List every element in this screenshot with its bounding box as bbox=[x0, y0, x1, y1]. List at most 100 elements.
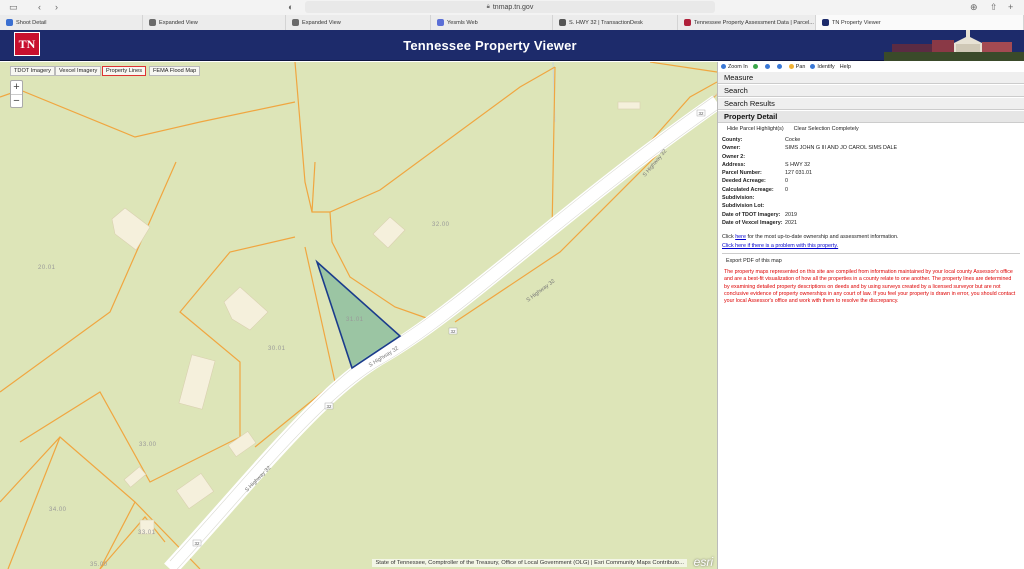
map-view[interactable]: S Highway 32 S Highway 32 S Highway 32 S… bbox=[0, 62, 717, 569]
tab-globe-icon bbox=[437, 19, 444, 26]
detail-key: Date of TDOT Imagery: bbox=[722, 211, 781, 218]
disclaimer-text: The property maps represented on this si… bbox=[724, 269, 1016, 305]
parcel-label: 35.00 bbox=[90, 562, 108, 568]
detail-key: Owner 2: bbox=[722, 153, 746, 160]
tab-td-icon bbox=[559, 19, 566, 26]
map-toolbar: Zoom In Pan Identify Help bbox=[718, 62, 1024, 71]
tab-label: Shoot Detail bbox=[16, 19, 47, 26]
zoom-in-icon bbox=[721, 64, 726, 69]
browser-tab[interactable]: Expanded View bbox=[143, 15, 286, 30]
tab-bar: Shoot Detail Expanded View Expanded View Ye… bbox=[0, 15, 1024, 30]
detail-value[interactable]: 127 031.01 bbox=[785, 169, 1020, 177]
hide-parcel-highlight-button[interactable]: Hide Parcel Highlight(s) bbox=[727, 126, 784, 132]
layer-tdot-imagery-button[interactable]: TDOT Imagery bbox=[10, 66, 55, 76]
parcel-label: 31.01 bbox=[346, 317, 364, 323]
layer-property-lines-button[interactable]: Property Lines bbox=[102, 66, 147, 76]
magnifier-minus-icon bbox=[776, 64, 782, 69]
detail-row: County: Cocke bbox=[722, 136, 1020, 144]
globe-tool[interactable] bbox=[752, 64, 760, 69]
browser-tab[interactable]: Yesmls Web bbox=[431, 15, 553, 30]
page-title: Tennessee Property Viewer bbox=[403, 38, 577, 53]
tab-label: TN Property Viewer bbox=[832, 19, 881, 26]
clear-selection-button[interactable]: Clear Selection Completely bbox=[794, 126, 859, 132]
browser-tab[interactable]: S. HWY 32 | TransactionDesk bbox=[553, 15, 678, 30]
zoom-in-button[interactable]: + bbox=[11, 81, 22, 94]
browser-tab[interactable]: Tennessee Property Assessment Data | Par… bbox=[678, 15, 816, 30]
browser-chrome: ▭ ‹ › ◐ 🔒︎ tnmap.tn.gov ⊕ ⇧ + Shoot Deta… bbox=[0, 0, 1024, 30]
section-search-results[interactable]: Search Results bbox=[718, 97, 1024, 110]
detail-value[interactable]: SIMS JOHN G III AND JO CAROL SIMS DALE bbox=[785, 144, 1020, 152]
detail-value[interactable] bbox=[785, 153, 1020, 161]
parcel-label: 33.00 bbox=[139, 442, 157, 448]
tab-tn-icon bbox=[822, 19, 829, 26]
export-pdf-button[interactable]: Export PDF of this map bbox=[722, 253, 1020, 266]
layer-vexcel-imagery-button[interactable]: Vexcel Imagery bbox=[55, 66, 102, 76]
shield-icon[interactable]: ◐ bbox=[288, 1, 293, 13]
detail-row: Owner: SIMS JOHN G III AND JO CAROL SIMS … bbox=[722, 144, 1020, 152]
detail-row: Subdivision Lot: bbox=[722, 202, 1020, 210]
section-measure[interactable]: Measure bbox=[718, 71, 1024, 84]
tab-label: Expanded View bbox=[159, 19, 198, 26]
share-icon[interactable]: ⇧ bbox=[990, 1, 998, 13]
sidebar-icon[interactable]: ▭ bbox=[9, 1, 18, 13]
browser-tab[interactable]: TN Property Viewer bbox=[816, 15, 1024, 30]
parcel-label: 33.01 bbox=[138, 530, 156, 536]
tab-page-icon bbox=[292, 19, 299, 26]
detail-row: Address: S HWY 32 bbox=[722, 161, 1020, 169]
detail-value[interactable]: 0 bbox=[785, 177, 1020, 185]
address-bar[interactable]: 🔒︎ tnmap.tn.gov bbox=[305, 1, 715, 13]
detail-row: Parcel Number: 127 031.01 bbox=[722, 169, 1020, 177]
section-property-detail[interactable]: Property Detail bbox=[718, 110, 1024, 123]
pan-tool[interactable]: Pan bbox=[788, 63, 806, 70]
detail-value[interactable] bbox=[785, 202, 1020, 210]
route-shield-label: 32 bbox=[451, 329, 457, 334]
browser-tab[interactable]: Shoot Detail bbox=[0, 15, 143, 30]
help-tool[interactable]: Help bbox=[840, 64, 851, 70]
browser-tab[interactable]: Expanded View bbox=[286, 15, 431, 30]
detail-key: Parcel Number: bbox=[722, 170, 762, 177]
layer-fema-flood-map-button[interactable]: FEMA Flood Map bbox=[149, 66, 201, 76]
detail-row: Subdivision: bbox=[722, 194, 1020, 202]
pan-label: Pan bbox=[795, 63, 806, 70]
tab-tn-icon bbox=[684, 19, 691, 26]
detail-value[interactable]: 2021 bbox=[785, 219, 1020, 227]
detail-value[interactable]: 0 bbox=[785, 186, 1020, 194]
zoom-in-tool[interactable]: Zoom In bbox=[721, 64, 748, 70]
identify-label: Identify bbox=[817, 63, 835, 70]
detail-value[interactable] bbox=[785, 194, 1020, 202]
back-icon[interactable]: ‹ bbox=[38, 1, 41, 13]
detail-value[interactable]: S HWY 32 bbox=[785, 161, 1020, 169]
parcel-label: 20.01 bbox=[38, 265, 56, 271]
identify-tool[interactable]: Identify bbox=[810, 63, 835, 70]
esri-logo: esri bbox=[693, 555, 713, 569]
route-shield-label: 32 bbox=[699, 111, 705, 116]
new-tab-icon[interactable]: + bbox=[1008, 1, 1013, 13]
hand-icon bbox=[788, 64, 794, 69]
zoom-extent-tool[interactable] bbox=[776, 64, 784, 69]
app-header: TN Tennessee Property Viewer bbox=[0, 30, 1024, 61]
detail-key: Subdivision: bbox=[722, 195, 755, 202]
zoom-out-tool[interactable] bbox=[764, 64, 772, 69]
note-suffix: for the most up-to-date ownership and as… bbox=[745, 234, 899, 241]
map-canvas[interactable]: S Highway 32 S Highway 32 S Highway 32 S… bbox=[0, 62, 717, 569]
browser-toolbar: ▭ ‹ › ◐ 🔒︎ tnmap.tn.gov ⊕ ⇧ + bbox=[0, 0, 1024, 14]
report-problem-link[interactable]: Click here if there is a problem with th… bbox=[722, 242, 1020, 250]
download-icon[interactable]: ⊕ bbox=[970, 1, 978, 13]
detail-row: Date of Vexcel Imagery: 2021 bbox=[722, 219, 1020, 227]
section-search[interactable]: Search bbox=[718, 84, 1024, 97]
detail-key: Calculated Acreage: bbox=[722, 186, 774, 193]
lock-icon: 🔒︎ bbox=[486, 3, 490, 10]
forward-icon[interactable]: › bbox=[55, 1, 58, 13]
detail-value[interactable]: 2019 bbox=[785, 211, 1020, 219]
route-shield-label: 32 bbox=[327, 404, 333, 409]
zoom-out-button[interactable]: − bbox=[11, 94, 22, 107]
zoom-control: + − bbox=[10, 80, 23, 108]
detail-value[interactable]: Cocke bbox=[785, 136, 1020, 144]
parcel-label: 34.00 bbox=[49, 507, 67, 513]
tab-label: Tennessee Property Assessment Data | Par… bbox=[694, 19, 814, 26]
detail-row: Date of TDOT Imagery: 2019 bbox=[722, 211, 1020, 219]
tab-page-icon bbox=[149, 19, 156, 26]
assessment-here-link[interactable]: here bbox=[735, 234, 746, 240]
route-shield-label: 32 bbox=[195, 541, 201, 546]
parcel-label: 30.01 bbox=[268, 346, 286, 352]
